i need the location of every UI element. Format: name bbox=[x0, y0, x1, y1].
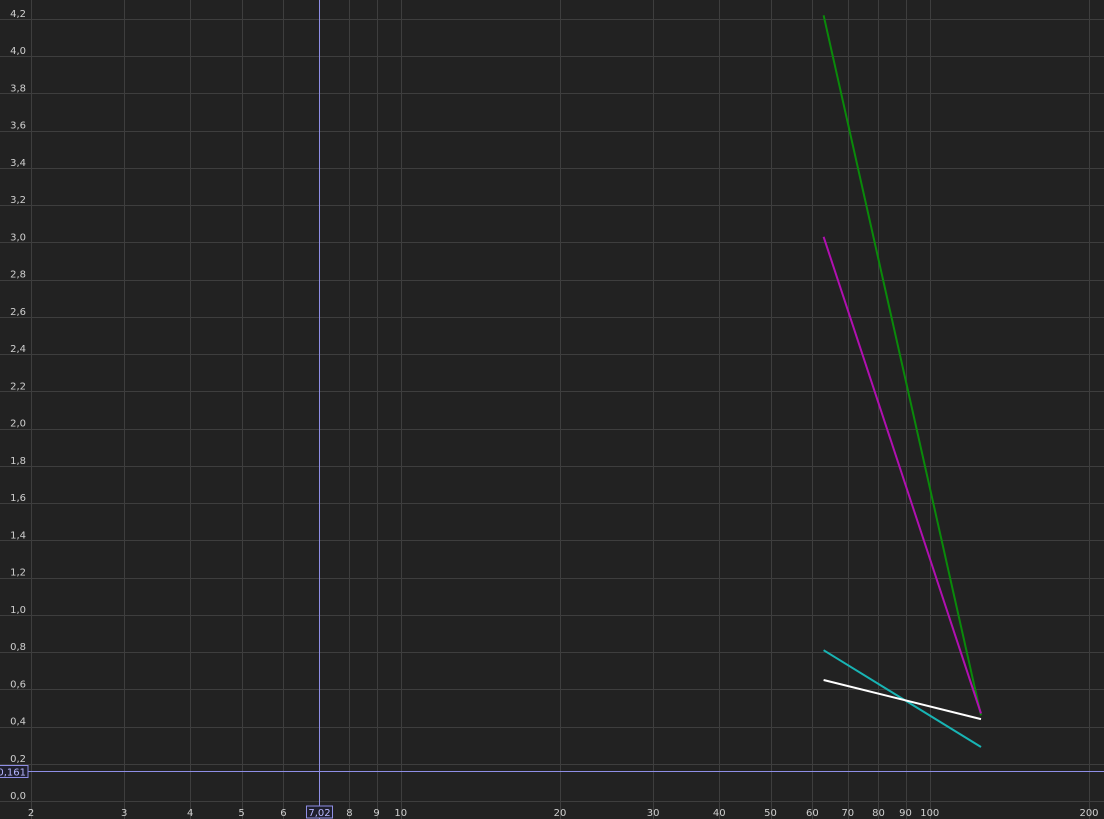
y-tick-label: 2,2 bbox=[10, 381, 26, 392]
x-tick-label: 2 bbox=[28, 808, 34, 819]
x-tick-label: 200 bbox=[1079, 808, 1098, 819]
crosshair-x-readout: 7,02 bbox=[308, 808, 330, 819]
y-tick-label: 1,6 bbox=[10, 493, 26, 504]
y-tick-label: 2,0 bbox=[10, 419, 26, 430]
x-tick-label: 60 bbox=[806, 808, 819, 819]
x-tick-label: 20 bbox=[554, 808, 567, 819]
x-tick-label: 4 bbox=[187, 808, 193, 819]
y-tick-label: 2,6 bbox=[10, 307, 26, 318]
chart[interactable]: 0,0 0,2 0,4 0,6 0,8 1,0 1,2 1,4 1,6 1,8 2,0 2,2 2,4 2… bbox=[0, 0, 1104, 819]
y-tick-label: 3,8 bbox=[10, 83, 26, 94]
x-tick-label: 100 bbox=[920, 808, 939, 819]
x-axis-ticks: 2 3 4 5 6 8 9 10 20 30 40 50 60 70 80 90 100 200 bbox=[28, 808, 1099, 819]
x-tick-label: 70 bbox=[841, 808, 854, 819]
y-tick-label: 1,4 bbox=[10, 530, 26, 541]
x-tick-label: 80 bbox=[872, 808, 885, 819]
y-tick-label: 4,0 bbox=[10, 46, 26, 57]
x-tick-label: 6 bbox=[280, 808, 286, 819]
y-tick-label: 1,2 bbox=[10, 568, 26, 579]
y-tick-label: 0,4 bbox=[10, 717, 26, 728]
y-tick-label: 0,2 bbox=[10, 754, 26, 765]
y-tick-label: 0,0 bbox=[10, 791, 26, 802]
x-tick-label: 8 bbox=[346, 808, 352, 819]
y-tick-label: 3,0 bbox=[10, 232, 26, 243]
x-tick-label: 3 bbox=[121, 808, 127, 819]
y-tick-label: 1,0 bbox=[10, 605, 26, 616]
x-tick-label: 10 bbox=[394, 808, 407, 819]
y-tick-label: 2,4 bbox=[10, 344, 26, 355]
x-tick-label: 30 bbox=[647, 808, 660, 819]
x-tick-label: 5 bbox=[238, 808, 244, 819]
y-tick-label: 4,2 bbox=[10, 9, 26, 20]
plot-background bbox=[0, 0, 1104, 819]
y-tick-label: 3,2 bbox=[10, 195, 26, 206]
y-tick-label: 0,6 bbox=[10, 679, 26, 690]
y-tick-label: 2,8 bbox=[10, 270, 26, 281]
x-tick-label: 40 bbox=[713, 808, 726, 819]
crosshair-y-readout: 0,161 bbox=[0, 768, 26, 779]
y-tick-label: 0,8 bbox=[10, 642, 26, 653]
y-tick-label: 3,4 bbox=[10, 158, 26, 169]
x-tick-label: 90 bbox=[899, 808, 912, 819]
y-tick-label: 3,6 bbox=[10, 121, 26, 132]
x-tick-label: 9 bbox=[373, 808, 379, 819]
x-tick-label: 50 bbox=[764, 808, 777, 819]
y-tick-label: 1,8 bbox=[10, 456, 26, 467]
